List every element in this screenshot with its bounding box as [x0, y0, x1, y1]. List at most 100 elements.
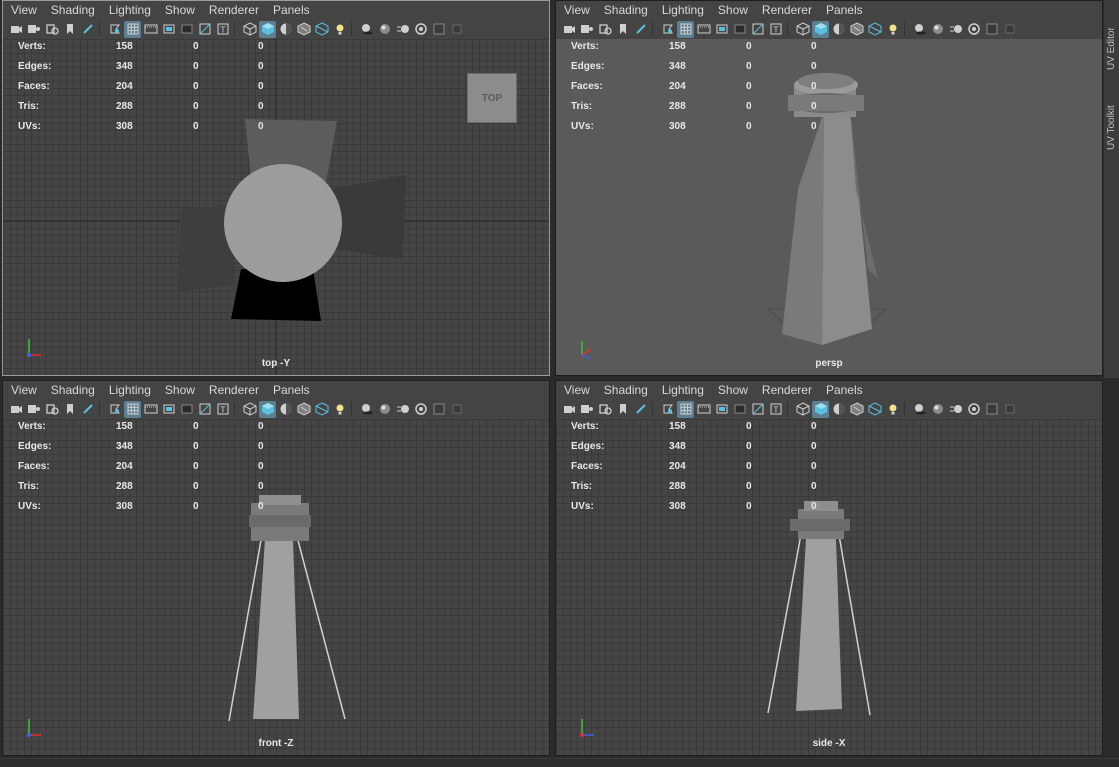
smooth-shade-icon[interactable]: [812, 20, 829, 38]
motion-blur-icon[interactable]: [394, 21, 411, 38]
smooth-shade-icon[interactable]: [812, 400, 829, 418]
film-gate-icon[interactable]: [695, 401, 712, 418]
menu-lighting[interactable]: Lighting: [655, 381, 711, 399]
resolution-gate-icon[interactable]: [713, 401, 730, 418]
gate-icon[interactable]: [106, 401, 123, 418]
gate-mask-icon[interactable]: [178, 21, 195, 38]
film-gate-icon[interactable]: [695, 21, 712, 38]
ambient-occlusion-icon[interactable]: [376, 401, 393, 418]
field-chart-icon[interactable]: [196, 401, 213, 418]
depth-of-field-icon[interactable]: [430, 21, 447, 38]
menu-panels[interactable]: Panels: [266, 1, 317, 19]
shadows-icon[interactable]: [358, 401, 375, 418]
viewport-top[interactable]: View Shading Lighting Show Renderer Panels T …: [2, 0, 550, 376]
gate-mask-icon[interactable]: [178, 401, 195, 418]
menu-show[interactable]: Show: [158, 381, 202, 399]
viewport-front[interactable]: View Shading Lighting Show Renderer Panels T …: [2, 380, 550, 756]
anti-alias-icon[interactable]: [965, 401, 982, 418]
ambient-occlusion-icon[interactable]: [376, 21, 393, 38]
viewport-side[interactable]: View Shading Lighting Show Renderer Panels T …: [555, 380, 1103, 756]
grid-icon[interactable]: [124, 400, 141, 418]
isolate-icon[interactable]: [1001, 21, 1018, 38]
safe-title-icon[interactable]: T: [767, 401, 784, 418]
bookmark2-icon[interactable]: [61, 401, 78, 418]
smooth-shade-icon[interactable]: [259, 20, 276, 38]
menu-view[interactable]: View: [556, 381, 597, 399]
camera-icon[interactable]: [7, 401, 24, 418]
menu-shading[interactable]: Shading: [44, 1, 102, 19]
menu-renderer[interactable]: Renderer: [755, 1, 819, 19]
gate-icon[interactable]: [106, 21, 123, 38]
shade-all-icon[interactable]: [830, 21, 847, 38]
lights-icon[interactable]: [331, 21, 348, 38]
camera-attr-icon[interactable]: [578, 401, 595, 418]
anti-alias-icon[interactable]: [965, 21, 982, 38]
anti-alias-icon[interactable]: [412, 21, 429, 38]
menu-lighting[interactable]: Lighting: [102, 381, 158, 399]
gate-icon[interactable]: [659, 401, 676, 418]
field-chart-icon[interactable]: [749, 21, 766, 38]
resolution-gate-icon[interactable]: [160, 21, 177, 38]
grid-icon[interactable]: [124, 20, 141, 38]
wireframe-icon[interactable]: [794, 21, 811, 38]
lights-icon[interactable]: [884, 401, 901, 418]
viewport-canvas[interactable]: Verts: 158 0 0 Edges: 348 0 0 Faces: 204 0 0 Tris: 28…: [556, 39, 1102, 375]
menu-shading[interactable]: Shading: [597, 381, 655, 399]
safe-title-icon[interactable]: T: [214, 21, 231, 38]
isolate-icon[interactable]: [448, 21, 465, 38]
motion-blur-icon[interactable]: [394, 401, 411, 418]
shade-all-icon[interactable]: [277, 21, 294, 38]
pencil-icon[interactable]: [79, 21, 96, 38]
pencil-icon[interactable]: [79, 401, 96, 418]
menu-view[interactable]: View: [556, 1, 597, 19]
bookmark-icon[interactable]: [43, 21, 60, 38]
camera-attr-icon[interactable]: [578, 21, 595, 38]
wireframe-icon[interactable]: [241, 401, 258, 418]
pencil-icon[interactable]: [632, 21, 649, 38]
menu-lighting[interactable]: Lighting: [102, 1, 158, 19]
menu-view[interactable]: View: [3, 1, 44, 19]
lights-icon[interactable]: [884, 21, 901, 38]
camera-attr-icon[interactable]: [25, 21, 42, 38]
camera-icon[interactable]: [560, 401, 577, 418]
motion-blur-icon[interactable]: [947, 401, 964, 418]
resolution-gate-icon[interactable]: [160, 401, 177, 418]
wireframe-on-shaded-icon[interactable]: [295, 21, 312, 38]
safe-title-icon[interactable]: T: [214, 401, 231, 418]
depth-of-field-icon[interactable]: [430, 401, 447, 418]
resolution-gate-icon[interactable]: [713, 21, 730, 38]
menu-lighting[interactable]: Lighting: [655, 1, 711, 19]
shadows-icon[interactable]: [911, 401, 928, 418]
isolate-icon[interactable]: [1001, 401, 1018, 418]
viewport-canvas[interactable]: Verts: 158 0 0 Edges: 348 0 0 Faces: 204 0 0 Tris: 28…: [556, 419, 1102, 755]
anti-alias-icon[interactable]: [412, 401, 429, 418]
field-chart-icon[interactable]: [196, 21, 213, 38]
menu-show[interactable]: Show: [158, 1, 202, 19]
wireframe-on-shaded-icon[interactable]: [848, 21, 865, 38]
camera-icon[interactable]: [560, 21, 577, 38]
xray-icon[interactable]: [313, 21, 330, 38]
menu-panels[interactable]: Panels: [266, 381, 317, 399]
tab-uv-editor[interactable]: UV Editor: [1106, 27, 1117, 70]
shadows-icon[interactable]: [911, 21, 928, 38]
shadows-icon[interactable]: [358, 21, 375, 38]
gate-mask-icon[interactable]: [731, 401, 748, 418]
pencil-icon[interactable]: [632, 401, 649, 418]
isolate-icon[interactable]: [448, 401, 465, 418]
bookmark-icon[interactable]: [596, 401, 613, 418]
gate-icon[interactable]: [659, 21, 676, 38]
viewport-canvas[interactable]: Verts: 158 0 0 Edges: 348 0 0 Faces: 204 0 0 Tris: 28…: [3, 419, 549, 755]
wireframe-on-shaded-icon[interactable]: [295, 401, 312, 418]
bookmark-icon[interactable]: [596, 21, 613, 38]
shade-all-icon[interactable]: [277, 401, 294, 418]
menu-shading[interactable]: Shading: [44, 381, 102, 399]
xray-icon[interactable]: [313, 401, 330, 418]
menu-panels[interactable]: Panels: [819, 1, 870, 19]
bookmark2-icon[interactable]: [61, 21, 78, 38]
menu-renderer[interactable]: Renderer: [755, 381, 819, 399]
viewport-canvas[interactable]: TOP Verts: 158 0 0 Edges: 348 0 0 Faces: 204 0 0 Tri…: [3, 39, 549, 375]
menu-show[interactable]: Show: [711, 1, 755, 19]
xray-icon[interactable]: [866, 401, 883, 418]
field-chart-icon[interactable]: [749, 401, 766, 418]
viewport-persp[interactable]: View Shading Lighting Show Renderer Panels T …: [555, 0, 1103, 376]
